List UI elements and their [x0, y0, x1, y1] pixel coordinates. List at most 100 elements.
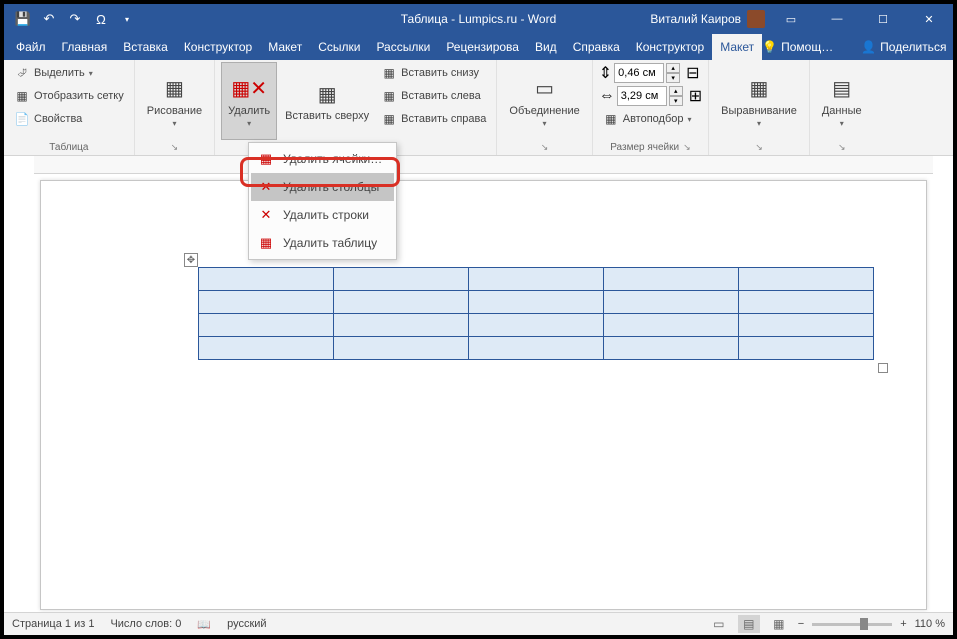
save-icon[interactable]: 💾: [12, 8, 34, 30]
group-alignment: ▦Выравнивание▾ ↘: [709, 60, 810, 155]
document-title: Таблица - Lumpics.ru - Word: [401, 12, 557, 26]
redo-icon[interactable]: ↷: [64, 8, 86, 30]
web-layout-icon[interactable]: ▦: [768, 615, 790, 633]
tab-table-layout[interactable]: Макет: [712, 34, 762, 60]
zoom-slider[interactable]: [812, 623, 892, 626]
tab-insert[interactable]: Вставка: [115, 34, 176, 60]
tab-references[interactable]: Ссылки: [310, 34, 368, 60]
ribbon: ⮰Выделить ▾ ▦Отобразить сетку 📄Свойства …: [4, 60, 953, 156]
height-spinner[interactable]: ▴▾: [666, 63, 680, 83]
distribute-cols-icon[interactable]: ⊞: [689, 86, 702, 106]
insert-above-button[interactable]: ▦Вставить сверху: [279, 62, 375, 140]
insert-right-icon: ▦: [381, 111, 397, 127]
tab-table-design[interactable]: Конструктор: [628, 34, 712, 60]
tab-review[interactable]: Рецензирова: [438, 34, 527, 60]
insert-left-button[interactable]: ▦Вставить слева: [377, 85, 490, 107]
cursor-icon: ⮰: [14, 65, 30, 81]
group-data-label: ↘: [816, 140, 868, 155]
page[interactable]: ✥: [40, 180, 927, 610]
user-avatar-icon[interactable]: [747, 10, 765, 28]
data-button[interactable]: ▤Данные▾: [816, 62, 868, 140]
dialog-launcher-icon[interactable]: ↘: [755, 142, 763, 153]
print-layout-icon[interactable]: ▤: [738, 615, 760, 633]
quick-access-toolbar: 💾 ↶ ↷ Ω ▾: [4, 8, 146, 30]
tab-help[interactable]: Справка: [565, 34, 628, 60]
tab-mailings[interactable]: Рассылки: [368, 34, 438, 60]
document-table[interactable]: [198, 267, 874, 360]
language[interactable]: русский: [227, 618, 266, 630]
dialog-launcher-icon[interactable]: ↘: [838, 142, 846, 153]
ribbon-options-icon[interactable]: ▭: [771, 4, 811, 34]
close-icon[interactable]: ✕: [909, 4, 949, 34]
properties-button[interactable]: 📄Свойства: [10, 108, 128, 130]
delete-table-icon: ▦: [257, 234, 275, 252]
maximize-icon[interactable]: ☐: [863, 4, 903, 34]
table-resize-handle-icon[interactable]: [878, 363, 888, 373]
tab-view[interactable]: Вид: [527, 34, 565, 60]
spell-check-icon[interactable]: 📖: [197, 618, 211, 631]
qat-dropdown-icon[interactable]: ▾: [116, 8, 138, 30]
insert-below-button[interactable]: ▦Вставить снизу: [377, 62, 490, 84]
minimize-icon[interactable]: ―: [817, 4, 857, 34]
tab-file[interactable]: Файл: [8, 34, 54, 60]
document-area: ✥: [4, 156, 953, 620]
delete-table-icon: ▦✕: [235, 75, 263, 103]
horizontal-ruler[interactable]: [34, 156, 933, 174]
distribute-rows-icon[interactable]: ⊟: [686, 63, 699, 83]
tell-me-input[interactable]: Помощ…: [781, 40, 833, 54]
col-width-input[interactable]: [617, 86, 667, 106]
select-button[interactable]: ⮰Выделить ▾: [10, 62, 128, 84]
dialog-launcher-icon[interactable]: ↘: [683, 142, 691, 153]
table-row: [199, 314, 874, 337]
delete-columns-item[interactable]: ✕Удалить столбцы: [251, 173, 394, 201]
row-height-input[interactable]: [614, 63, 664, 83]
delete-rows-item[interactable]: ✕Удалить строки: [251, 201, 394, 229]
draw-button[interactable]: ▦Рисование▾: [141, 62, 208, 140]
tab-layout[interactable]: Макет: [260, 34, 310, 60]
delete-table-item[interactable]: ▦Удалить таблицу: [251, 229, 394, 257]
zoom-in-icon[interactable]: +: [900, 618, 906, 630]
delete-dropdown-menu: ▦Удалить ячейки… ✕Удалить столбцы ✕Удали…: [248, 142, 397, 260]
dialog-launcher-icon[interactable]: ↘: [541, 142, 549, 153]
dialog-launcher-icon[interactable]: ↘: [171, 142, 179, 153]
delete-columns-icon: ✕: [257, 178, 275, 196]
group-data: ▤Данные▾ ↘: [810, 60, 874, 155]
merge-button[interactable]: ▭Объединение▾: [503, 62, 585, 140]
pencil-table-icon: ▦: [160, 75, 188, 103]
col-width-icon: ⇔: [599, 87, 615, 105]
view-gridlines-button[interactable]: ▦Отобразить сетку: [10, 85, 128, 107]
zoom-level[interactable]: 110 %: [915, 618, 945, 630]
delete-cells-item[interactable]: ▦Удалить ячейки…: [251, 145, 394, 173]
share-button[interactable]: Поделиться: [880, 40, 946, 54]
autofit-icon: ▦: [603, 111, 619, 127]
group-merge: ▭Объединение▾ ↘: [497, 60, 592, 155]
tab-design[interactable]: Конструктор: [176, 34, 260, 60]
table-row: [199, 291, 874, 314]
insert-below-icon: ▦: [381, 65, 397, 81]
ribbon-tabs: Файл Главная Вставка Конструктор Макет С…: [4, 34, 953, 60]
group-align-label: ↘: [715, 140, 803, 155]
status-bar: Страница 1 из 1 Число слов: 0 📖 русский …: [4, 612, 953, 635]
insert-above-icon: ▦: [313, 80, 341, 108]
tab-home[interactable]: Главная: [54, 34, 116, 60]
delete-button[interactable]: ▦✕Удалить▾: [221, 62, 277, 140]
word-count[interactable]: Число слов: 0: [110, 618, 181, 630]
tell-me-bulb-icon: 💡: [762, 40, 777, 54]
omega-icon[interactable]: Ω: [90, 8, 112, 30]
read-mode-icon[interactable]: ▭: [708, 615, 730, 633]
group-table-label: Таблица: [10, 140, 128, 155]
user-name[interactable]: Виталий Каиров: [650, 12, 741, 26]
properties-icon: 📄: [14, 111, 30, 127]
undo-icon[interactable]: ↶: [38, 8, 60, 30]
page-count[interactable]: Страница 1 из 1: [12, 618, 94, 630]
width-spinner[interactable]: ▴▾: [669, 86, 683, 106]
alignment-button[interactable]: ▦Выравнивание▾: [715, 62, 803, 140]
insert-right-button[interactable]: ▦Вставить справа: [377, 108, 490, 130]
delete-rows-icon: ✕: [257, 206, 275, 224]
group-cell-size-label: Размер ячейки ↘: [599, 140, 702, 155]
table-move-handle-icon[interactable]: ✥: [184, 253, 198, 267]
autofit-button[interactable]: ▦Автоподбор ▾: [599, 108, 702, 130]
zoom-out-icon[interactable]: −: [798, 618, 804, 630]
row-height-icon: ⇕: [599, 63, 612, 83]
share-icon: 👤: [861, 40, 876, 54]
